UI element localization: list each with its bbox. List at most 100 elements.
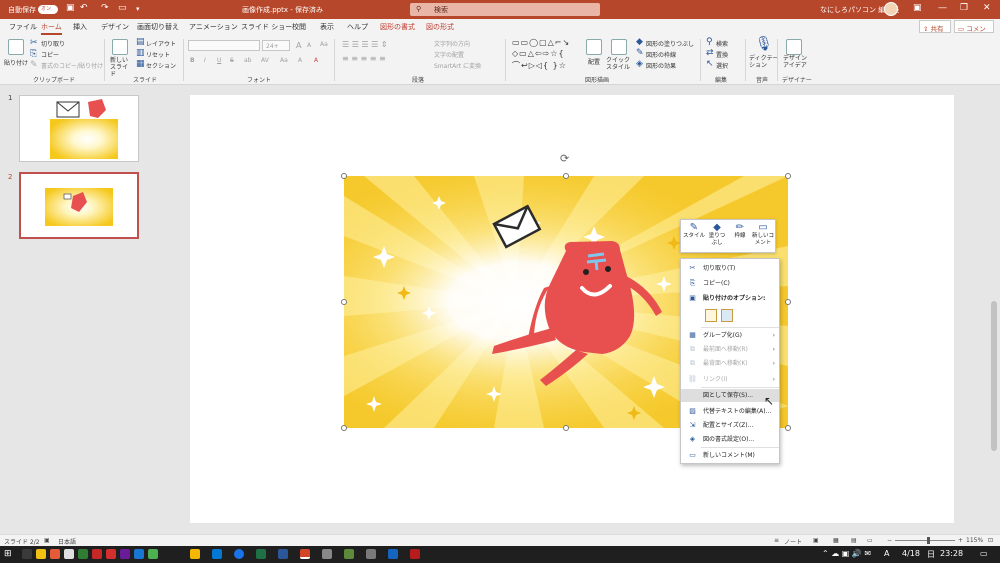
- section-button[interactable]: セクション: [146, 61, 176, 70]
- tray-icons[interactable]: ⌃ ☁ ▣ 🔊 ✉: [822, 549, 871, 558]
- select-button[interactable]: 選択: [716, 61, 728, 70]
- resize-handle-bottom[interactable]: [563, 425, 569, 431]
- replace-button[interactable]: 置換: [716, 50, 728, 59]
- font-size-box[interactable]: 24+: [262, 40, 290, 51]
- paste-button[interactable]: 貼り付け: [4, 58, 28, 67]
- taskbar-app-icon[interactable]: [366, 549, 376, 559]
- taskbar-app-icon[interactable]: [106, 549, 116, 559]
- notes-button[interactable]: ノート: [784, 537, 802, 546]
- scrollbar-thumb[interactable]: [991, 301, 997, 451]
- new-slide-icon[interactable]: [112, 39, 128, 55]
- mini-fill-button[interactable]: ◆ 塗りつぶし: [706, 222, 728, 246]
- font-name-box[interactable]: [188, 40, 260, 51]
- tab-transitions[interactable]: 画面切り替え: [137, 22, 179, 32]
- tab-animations[interactable]: アニメーション: [189, 22, 238, 32]
- taskbar-app-icon[interactable]: [388, 549, 398, 559]
- highlight-button[interactable]: A: [298, 57, 302, 64]
- fit-slide-icon[interactable]: ⊡: [988, 537, 993, 544]
- redo-icon[interactable]: ↷: [101, 3, 109, 13]
- reading-view-icon[interactable]: ▤: [851, 537, 857, 544]
- mini-style-button[interactable]: ✎ スタイル: [683, 222, 705, 240]
- tab-review[interactable]: 校閲: [292, 22, 306, 32]
- taskbar-app-icon[interactable]: [278, 549, 288, 559]
- smartart-button[interactable]: SmartArt に変換: [434, 61, 481, 70]
- share-button[interactable]: ⇪ 共有: [919, 20, 951, 33]
- autosave-toggle[interactable]: オン: [38, 5, 58, 14]
- taskbar-app-icon[interactable]: [148, 549, 158, 559]
- slideshow-view-icon[interactable]: ▭: [867, 537, 873, 544]
- avatar[interactable]: [884, 2, 898, 16]
- cut-button[interactable]: 切り取り: [41, 39, 65, 48]
- italic-button[interactable]: I: [204, 57, 206, 64]
- taskbar-app-icon[interactable]: [92, 549, 102, 559]
- language-indicator[interactable]: 日本語: [58, 537, 76, 546]
- dictate-button[interactable]: ディクテーション: [749, 55, 779, 69]
- new-slide-button[interactable]: 新しい スライド: [110, 57, 132, 79]
- zoom-slider-thumb[interactable]: [927, 537, 930, 544]
- resize-handle-bottom-left[interactable]: [341, 425, 347, 431]
- slide-thumbnail-2[interactable]: [19, 172, 139, 239]
- tab-picture-format[interactable]: 図の形式: [426, 22, 454, 32]
- sorter-view-icon[interactable]: ▦: [833, 537, 839, 544]
- normal-view-icon[interactable]: ▣: [813, 537, 819, 544]
- menu-item-group[interactable]: ▦ グループ化(G) ›: [681, 329, 779, 342]
- tab-file[interactable]: ファイル: [9, 22, 37, 32]
- zoom-out-icon[interactable]: −: [887, 537, 892, 544]
- designer-icon[interactable]: [786, 39, 802, 55]
- tab-slideshow[interactable]: スライド ショー: [241, 22, 292, 32]
- tab-view[interactable]: 表示: [320, 22, 334, 32]
- taskbar-powerpoint-icon[interactable]: [300, 549, 310, 559]
- arrange-button[interactable]: 配置: [588, 57, 600, 66]
- spacing-button[interactable]: AV: [261, 57, 269, 64]
- text-direction-button[interactable]: 文字列の方向: [434, 39, 470, 48]
- resize-handle-top[interactable]: [563, 173, 569, 179]
- ribbon-display-icon[interactable]: ▣: [913, 3, 922, 13]
- shape-fill-button[interactable]: 図形の塗りつぶし: [646, 39, 694, 48]
- taskbar-app-icon[interactable]: [212, 549, 222, 559]
- zoom-slider[interactable]: [895, 540, 955, 541]
- vertical-scrollbar[interactable]: [988, 86, 1000, 534]
- menu-item-size-position[interactable]: ⇲ 配置とサイズ(Z)...: [681, 419, 779, 432]
- align-text-button[interactable]: 文字の配置: [434, 50, 464, 59]
- undo-icon[interactable]: ↶: [80, 3, 88, 13]
- underline-button[interactable]: U: [217, 57, 221, 64]
- taskbar-app-icon[interactable]: [134, 549, 144, 559]
- windows-start-icon[interactable]: ⊞: [4, 549, 12, 559]
- maximize-icon[interactable]: ❐: [960, 3, 968, 13]
- taskbar-app-icon[interactable]: [256, 549, 266, 559]
- menu-item-copy[interactable]: ⎘ コピー(C): [681, 277, 779, 290]
- paste-option-keep-icon[interactable]: [705, 309, 717, 322]
- menu-item-format-picture[interactable]: ◈ 図の書式設定(O)...: [681, 433, 779, 446]
- format-painter-button[interactable]: 書式のコピー/貼り付け: [41, 61, 103, 70]
- taskbar-app-icon[interactable]: [322, 549, 332, 559]
- design-ideas-button[interactable]: デザイン アイデア: [783, 55, 807, 69]
- font-color-button[interactable]: A: [314, 57, 318, 64]
- find-button[interactable]: 検索: [716, 39, 728, 48]
- taskbar-app-icon[interactable]: [36, 549, 46, 559]
- rotate-handle-icon[interactable]: ⟳: [560, 152, 569, 165]
- taskbar-app-icon[interactable]: [22, 549, 32, 559]
- taskbar-app-icon[interactable]: [190, 549, 200, 559]
- paste-icon[interactable]: [8, 39, 24, 55]
- shapes-gallery-row2[interactable]: ◇▭△⇦⇨☆{: [512, 49, 565, 58]
- shrink-font-icon[interactable]: A: [307, 42, 311, 49]
- menu-item-new-comment[interactable]: ▭ 新しいコメント(M): [681, 449, 779, 462]
- reset-button[interactable]: リセット: [146, 50, 170, 59]
- menu-item-link[interactable]: ⛓ リンク(I) ›: [681, 373, 779, 386]
- tab-home[interactable]: ホーム: [41, 22, 62, 35]
- taskbar-app-icon[interactable]: [78, 549, 88, 559]
- resize-handle-top-right[interactable]: [785, 173, 791, 179]
- comment-button[interactable]: ▭ コメント: [954, 20, 994, 43]
- tab-insert[interactable]: 挿入: [73, 22, 87, 32]
- bullets-icon[interactable]: ☰ ☰ ☰ ☰ ⇕: [342, 40, 388, 49]
- layout-button[interactable]: レイアウト: [146, 39, 176, 48]
- slide-thumbnail-1[interactable]: [19, 95, 139, 162]
- mini-comment-button[interactable]: ▭ 新しいコメント: [752, 222, 774, 246]
- close-icon[interactable]: ✕: [983, 3, 991, 13]
- resize-handle-left[interactable]: [341, 299, 347, 305]
- taskbar-app-icon[interactable]: [344, 549, 354, 559]
- ime-indicator[interactable]: A: [884, 549, 889, 558]
- arrange-icon[interactable]: [586, 39, 602, 55]
- save-icon[interactable]: ▣: [66, 3, 75, 13]
- search-box[interactable]: ⚲ 検索: [410, 3, 600, 16]
